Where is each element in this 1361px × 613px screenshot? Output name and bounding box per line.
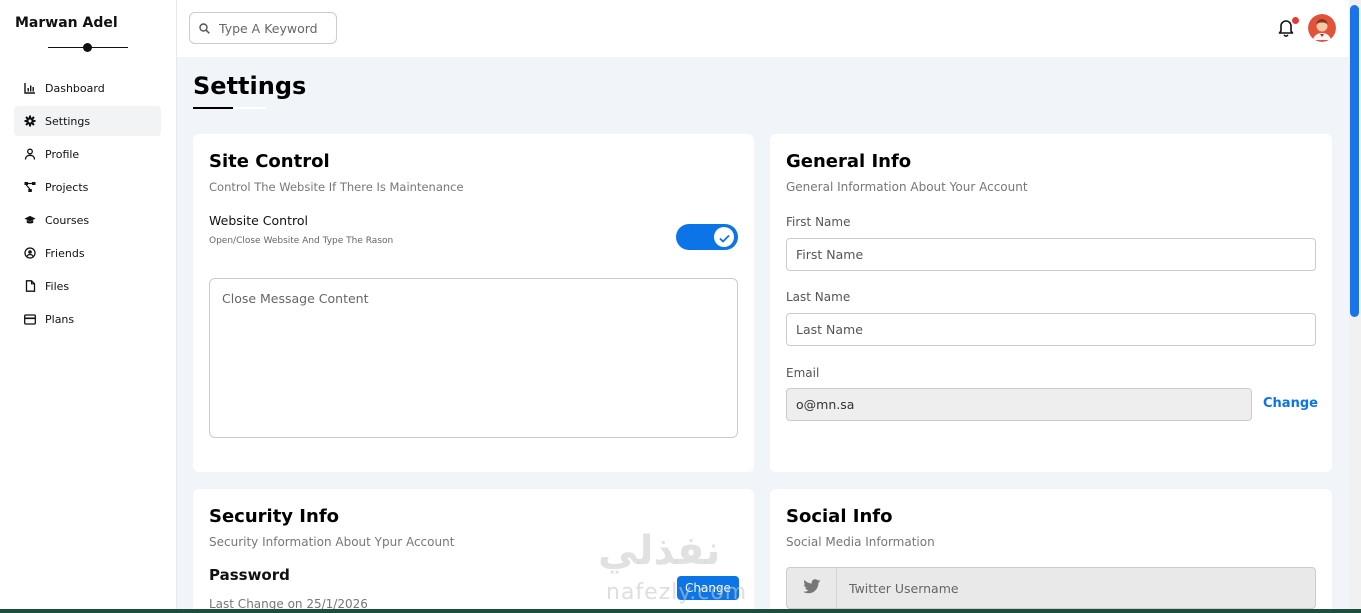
card-title: Social Info — [786, 506, 893, 527]
diagram-icon — [24, 181, 36, 193]
site-control-card: Site Control Control The Website If Ther… — [193, 134, 754, 472]
sidebar-item-label: Settings — [45, 114, 91, 128]
sidebar-item-label: Courses — [45, 213, 90, 227]
change-password-button[interactable]: Change — [677, 576, 739, 600]
security-info-card: Security Info Security Information About… — [193, 489, 754, 609]
sidebar-item-label: Projects — [45, 180, 89, 194]
notification-button[interactable] — [1277, 17, 1299, 41]
twitter-icon-box — [787, 568, 837, 608]
card-subtitle: Social Media Information — [786, 535, 935, 549]
card-subtitle: Control The Website If There Is Maintena… — [209, 180, 464, 194]
last-name-field[interactable] — [786, 313, 1316, 346]
twitter-username-input[interactable] — [837, 580, 1237, 596]
change-email-link[interactable]: Change — [1263, 396, 1318, 411]
email-field — [786, 388, 1252, 421]
card-title: General Info — [786, 151, 912, 172]
card-title: Security Info — [209, 506, 340, 527]
password-label: Password — [209, 566, 290, 584]
card-title: Site Control — [209, 151, 330, 172]
page-title: Settings — [193, 72, 307, 100]
card-subtitle: General Information About Your Account — [786, 180, 1028, 194]
sidebar-nav: Dashboard Settings Profile Projects Cour… — [14, 73, 161, 337]
sidebar-item-plans[interactable]: Plans — [14, 304, 161, 334]
search-input[interactable] — [219, 20, 329, 36]
brand-divider-dot — [83, 43, 92, 52]
toggle-knob — [714, 227, 734, 247]
sidebar-item-label: Friends — [45, 246, 85, 260]
scrollbar-thumb[interactable] — [1350, 5, 1359, 317]
app-window: Marwan Adel Dashboard Settings Profile P… — [0, 0, 1361, 609]
sidebar-item-label: Dashboard — [45, 81, 105, 95]
sidebar-item-label: Plans — [45, 312, 75, 326]
website-control-toggle[interactable] — [676, 224, 738, 250]
toggle-label: Website Control — [209, 213, 308, 228]
toggle-description: Open/Close Website And Type The Rason — [209, 236, 394, 246]
gear-icon — [24, 115, 36, 127]
user-circle-icon — [24, 247, 36, 259]
title-underline — [193, 107, 233, 109]
notification-badge — [1292, 17, 1299, 24]
sidebar: Marwan Adel Dashboard Settings Profile P… — [0, 0, 177, 609]
sidebar-item-dashboard[interactable]: Dashboard — [14, 73, 161, 103]
credit-card-icon — [24, 313, 36, 325]
general-info-card: General Info General Information About Y… — [770, 134, 1332, 472]
graduation-cap-icon — [24, 214, 36, 226]
card-subtitle: Security Information About Ypur Account — [209, 535, 455, 549]
search-box[interactable] — [189, 12, 337, 44]
bell-icon — [1277, 20, 1295, 41]
sidebar-item-courses[interactable]: Courses — [14, 205, 161, 235]
avatar[interactable] — [1308, 14, 1336, 42]
sidebar-item-files[interactable]: Files — [14, 271, 161, 301]
chart-icon — [24, 82, 36, 94]
email-label: Email — [786, 366, 820, 380]
file-icon — [24, 280, 36, 292]
sidebar-item-friends[interactable]: Friends — [14, 238, 161, 268]
first-name-field[interactable] — [786, 238, 1316, 271]
sidebar-item-projects[interactable]: Projects — [14, 172, 161, 202]
user-icon — [24, 148, 36, 160]
title-underline-accent — [233, 107, 266, 109]
first-name-label: First Name — [786, 215, 851, 229]
social-info-card: Social Info Social Media Information — [770, 489, 1332, 609]
last-change-text: Last Change on 25/1/2026 — [209, 597, 368, 609]
twitter-field[interactable] — [786, 567, 1316, 609]
brand-name: Marwan Adel — [15, 15, 118, 31]
sidebar-item-label: Profile — [45, 147, 80, 161]
top-header — [177, 0, 1349, 57]
search-icon — [199, 19, 210, 38]
close-message-textarea[interactable] — [209, 278, 738, 438]
twitter-icon — [802, 578, 821, 598]
last-name-label: Last Name — [786, 290, 851, 304]
check-icon — [718, 228, 730, 247]
sidebar-item-profile[interactable]: Profile — [14, 139, 161, 169]
sidebar-item-settings[interactable]: Settings — [14, 106, 161, 136]
sidebar-item-label: Files — [45, 279, 70, 293]
